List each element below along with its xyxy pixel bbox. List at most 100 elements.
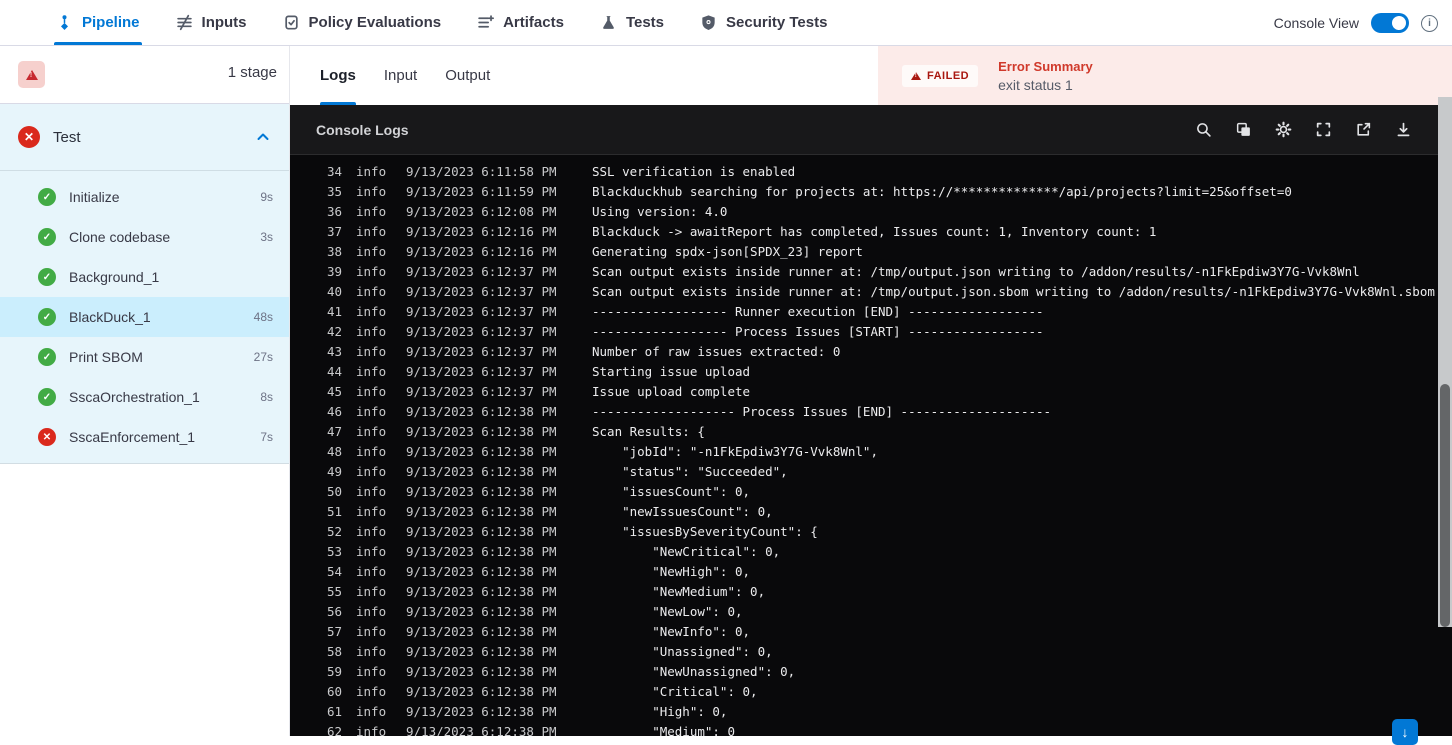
step-row[interactable]: Background_1 — [0, 257, 289, 297]
log-timestamp: 9/13/2023 6:12:38 PM — [406, 704, 557, 719]
step-duration: 3s — [260, 230, 273, 244]
top-nav-tab[interactable]: Artifacts — [477, 0, 564, 45]
console-view-toggle[interactable] — [1371, 13, 1409, 33]
log-timestamp: 9/13/2023 6:12:38 PM — [406, 504, 557, 519]
log-level: info — [356, 664, 387, 679]
log-line: 62 info 9/13/2023 6:12:38 PM "Medium": 0 — [290, 722, 1452, 736]
info-icon[interactable]: i — [1421, 14, 1438, 32]
nav-tab-icon — [700, 14, 717, 31]
execution-sidebar: 1 stage ✕ Test Initialize 9s Clone codeb… — [0, 46, 290, 736]
step-row[interactable]: Clone codebase 3s — [0, 217, 289, 257]
console-scrollbar-track[interactable] — [1438, 97, 1452, 627]
console-toolbar-icon[interactable] — [1235, 121, 1252, 138]
log-message: Starting issue upload — [592, 364, 751, 379]
chevron-up-icon[interactable] — [255, 129, 271, 145]
log-timestamp: 9/13/2023 6:12:38 PM — [406, 664, 557, 679]
nav-tab-label: Artifacts — [503, 14, 564, 31]
stage-count-label: 1 stage — [227, 64, 277, 81]
log-line: 36 info 9/13/2023 6:12:08 PM Using versi… — [290, 202, 1452, 222]
log-message: ------------------ Process Issues [START… — [592, 324, 1044, 339]
log-line: 39 info 9/13/2023 6:12:37 PM Scan output… — [290, 262, 1452, 282]
log-message: "NewHigh": 0, — [592, 564, 751, 579]
log-timestamp: 9/13/2023 6:12:08 PM — [406, 204, 557, 219]
log-line-number: 38 — [326, 244, 342, 259]
log-line-number: 55 — [326, 584, 342, 599]
pipeline-failed-warning-icon — [18, 61, 45, 88]
top-nav-tab[interactable]: Policy Evaluations — [283, 0, 441, 45]
console-toolbar-icon[interactable] — [1275, 121, 1292, 138]
log-level: info — [356, 604, 387, 619]
log-line: 57 info 9/13/2023 6:12:38 PM "NewInfo": … — [290, 622, 1452, 642]
log-timestamp: 9/13/2023 6:12:38 PM — [406, 544, 557, 559]
stage-header-test[interactable]: ✕ Test — [0, 104, 289, 170]
log-line-number: 61 — [326, 704, 342, 719]
console-toolbar-icon[interactable] — [1315, 121, 1332, 138]
log-tab[interactable]: Logs — [320, 46, 356, 105]
log-level: info — [356, 544, 387, 559]
log-message: "Medium": 0 — [592, 724, 735, 736]
log-message: "NewCritical": 0, — [592, 544, 781, 559]
log-tab[interactable]: Output — [445, 46, 490, 105]
log-timestamp: 9/13/2023 6:12:38 PM — [406, 624, 557, 639]
log-tab-label: Output — [445, 67, 491, 84]
log-timestamp: 9/13/2023 6:12:38 PM — [406, 464, 557, 479]
step-row[interactable]: SscaOrchestration_1 8s — [0, 377, 289, 417]
stage-failed-icon: ✕ — [18, 126, 40, 148]
log-level: info — [356, 364, 387, 379]
log-timestamp: 9/13/2023 6:12:38 PM — [406, 644, 557, 659]
log-timestamp: 9/13/2023 6:12:37 PM — [406, 344, 557, 359]
console-toolbar-icon[interactable] — [1355, 121, 1372, 138]
log-line: 60 info 9/13/2023 6:12:38 PM "Critical":… — [290, 682, 1452, 702]
log-level: info — [356, 644, 387, 659]
top-nav-tabs: Pipeline Inputs Policy Evaluations Artif… — [0, 0, 827, 45]
nav-tab-label: Tests — [625, 14, 665, 31]
log-line-number: 49 — [326, 464, 342, 479]
top-nav-tab[interactable]: Tests — [600, 0, 664, 45]
console-toolbar-icon[interactable] — [1195, 121, 1212, 138]
log-line: 53 info 9/13/2023 6:12:38 PM "NewCritica… — [290, 542, 1452, 562]
step-row[interactable]: Print SBOM 27s — [0, 337, 289, 377]
top-nav-tab[interactable]: Pipeline — [54, 0, 142, 45]
log-line-number: 43 — [326, 344, 342, 359]
log-timestamp: 9/13/2023 6:12:16 PM — [406, 224, 557, 239]
stage-name: Test — [53, 128, 81, 146]
top-nav-tab[interactable]: Security Tests — [700, 0, 827, 45]
log-line-number: 50 — [326, 484, 342, 499]
console-logs-header: Console Logs — [290, 105, 1452, 155]
error-summary-title: Error Summary — [998, 58, 1093, 74]
step-row[interactable]: BlackDuck_1 48s — [0, 297, 289, 337]
log-timestamp: 9/13/2023 6:12:37 PM — [406, 364, 557, 379]
step-name: BlackDuck_1 — [69, 309, 151, 325]
log-line-number: 42 — [326, 324, 342, 339]
step-status-icon — [38, 348, 56, 366]
step-status-icon — [38, 428, 56, 446]
log-tab[interactable]: Input — [384, 46, 417, 105]
step-status-icon — [38, 308, 56, 326]
step-duration: 7s — [260, 430, 273, 444]
log-line-number: 57 — [326, 624, 342, 639]
step-row[interactable]: SscaEnforcement_1 7s — [0, 417, 289, 457]
log-line-number: 45 — [326, 384, 342, 399]
console-toolbar-icon[interactable] — [1395, 121, 1412, 138]
step-duration: 8s — [260, 390, 273, 404]
step-row[interactable]: Initialize 9s — [0, 177, 289, 217]
log-line-number: 40 — [326, 284, 342, 299]
log-message: "Unassigned": 0, — [592, 644, 773, 659]
log-line: 34 info 9/13/2023 6:11:58 PM SSL verific… — [290, 162, 1452, 182]
scroll-to-bottom-button[interactable]: ↓ — [1392, 719, 1418, 745]
log-line-number: 37 — [326, 224, 342, 239]
nav-tab-label: Pipeline — [82, 14, 140, 31]
log-timestamp: 9/13/2023 6:12:38 PM — [406, 524, 557, 539]
console-scrollbar-thumb[interactable] — [1440, 384, 1450, 627]
log-list: 34 info 9/13/2023 6:11:58 PM SSL verific… — [290, 155, 1452, 736]
log-message: "NewUnassigned": 0, — [592, 664, 796, 679]
log-timestamp: 9/13/2023 6:12:38 PM — [406, 424, 557, 439]
log-line: 44 info 9/13/2023 6:12:37 PM Starting is… — [290, 362, 1452, 382]
step-name: SscaEnforcement_1 — [69, 429, 196, 445]
top-nav-tab[interactable]: Inputs — [176, 0, 247, 45]
log-line: 38 info 9/13/2023 6:12:16 PM Generating … — [290, 242, 1452, 262]
log-line-number: 34 — [326, 164, 342, 179]
nav-tab-icon — [176, 14, 193, 31]
nav-tab-icon — [477, 14, 495, 31]
log-level: info — [356, 464, 387, 479]
